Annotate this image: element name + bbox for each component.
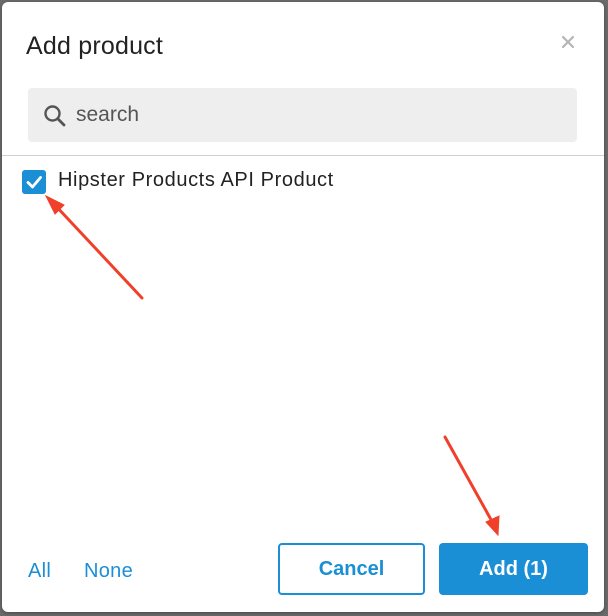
- product-checkbox[interactable]: [22, 170, 46, 194]
- add-button[interactable]: Add (1): [439, 543, 588, 595]
- select-all-link[interactable]: All: [28, 560, 51, 583]
- search-box: [28, 88, 577, 142]
- product-label: Hipster Products API Product: [58, 169, 334, 191]
- divider: [2, 155, 604, 156]
- select-none-link[interactable]: None: [84, 560, 133, 583]
- search-input[interactable]: [72, 88, 566, 142]
- arrow-to-add-button: [443, 435, 500, 537]
- close-icon[interactable]: [558, 32, 578, 52]
- search-icon: [42, 103, 68, 129]
- arrow-to-checkbox: [44, 194, 144, 300]
- cancel-button[interactable]: Cancel: [278, 543, 425, 595]
- add-product-dialog: Add product Hipster Products API Product: [2, 2, 604, 612]
- dialog-title: Add product: [26, 32, 164, 60]
- product-list-item[interactable]: Hipster Products API Product: [22, 168, 582, 196]
